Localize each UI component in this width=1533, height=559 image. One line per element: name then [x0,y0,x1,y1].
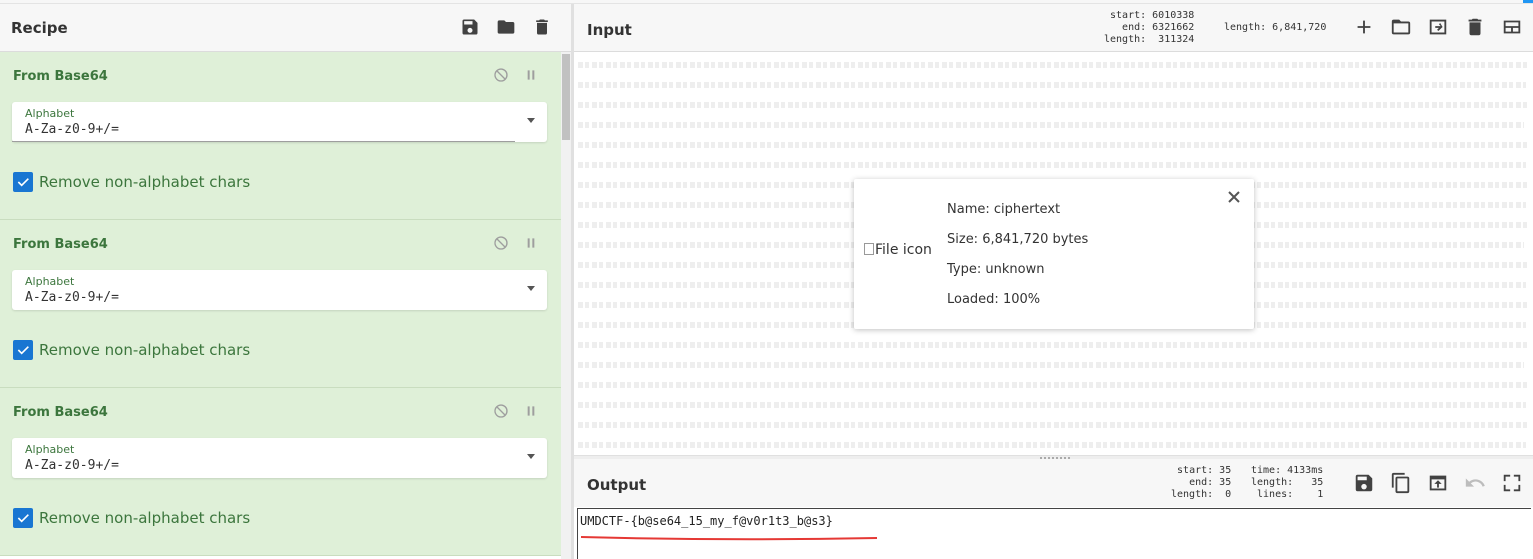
file-type: Type: unknown [947,262,1045,277]
check-icon [17,514,29,523]
input-panel: Input start: 6010338 end: 6321662 length… [574,4,1533,455]
output-panel: Output start: 35 end: 35 length: 0 time:… [574,459,1533,559]
operation-title: From Base64 [13,69,108,84]
recipe-header: Recipe [0,4,571,52]
layout-icon[interactable] [1501,16,1523,38]
pause-icon[interactable] [523,235,539,251]
recipe-title: Recipe [11,19,68,37]
folder-icon[interactable] [1390,16,1412,38]
output-title: Output [587,476,647,494]
copy-icon[interactable] [1390,472,1412,494]
checkbox-label: Remove non-alphabet chars [39,509,251,527]
recipe-scrollbar[interactable] [561,52,571,559]
alphabet-label: Alphabet [25,107,75,120]
alphabet-label: Alphabet [25,275,75,288]
chevron-down-icon[interactable] [527,286,535,291]
checkbox-label: Remove non-alphabet chars [39,341,251,359]
operation-from-base64: From Base64 Alphabet A-Za-z0-9+/= Remove… [0,388,561,556]
remove-non-alphabet-checkbox[interactable] [13,508,33,528]
alphabet-value: A-Za-z0-9+/= [25,122,119,137]
check-icon [17,178,29,187]
operation-from-base64: From Base64 Alphabet A-Za-z0-9+/= Remove… [0,52,561,220]
folder-icon [497,20,515,34]
checkbox-label: Remove non-alphabet chars [39,173,251,191]
input-length-info: length: 6,841,720 [1224,22,1327,33]
remove-non-alphabet-option[interactable]: Remove non-alphabet chars [13,172,250,192]
top-accent [1523,0,1533,3]
output-textarea[interactable]: UMDCTF-{b@se64_15_my_f@v0r1t3_b@s3} [577,508,1531,559]
alphabet-value: A-Za-z0-9+/= [25,458,119,473]
scrollbar-thumb[interactable] [562,54,570,140]
load-recipe-button[interactable] [495,16,517,38]
disable-icon[interactable] [493,235,509,251]
remove-non-alphabet-checkbox[interactable] [13,340,33,360]
save-recipe-button[interactable] [459,16,481,38]
disable-icon[interactable] [493,403,509,419]
file-details-card: File icon Name: ciphertext Size: 6,841,7… [854,179,1254,329]
file-size: Size: 6,841,720 bytes [947,232,1089,247]
close-icon [1228,191,1240,203]
output-header: Output start: 35 end: 35 length: 0 time:… [574,459,1533,507]
save-icon [462,19,478,35]
pause-icon[interactable] [523,403,539,419]
close-file-button[interactable] [1226,189,1242,205]
clear-recipe-button[interactable] [531,16,553,38]
import-icon[interactable] [1427,16,1449,38]
alphabet-select[interactable]: Alphabet A-Za-z0-9+/= [12,438,547,478]
trash-icon [536,19,548,35]
input-selection-info: start: 6010338 end: 6321662 length: 3113… [1104,10,1195,45]
remove-non-alphabet-option[interactable]: Remove non-alphabet chars [13,340,250,360]
open-in-input-icon[interactable] [1427,472,1449,494]
chevron-down-icon[interactable] [527,454,535,459]
pause-icon[interactable] [523,67,539,83]
plus-icon[interactable] [1353,16,1375,38]
save-icon[interactable] [1353,472,1375,494]
chevron-down-icon[interactable] [527,118,535,123]
file-loaded: Loaded: 100% [947,292,1041,307]
input-header: Input start: 6010338 end: 6321662 length… [574,4,1533,52]
remove-non-alphabet-checkbox[interactable] [13,172,33,192]
output-selection-info: start: 35 end: 35 length: 0 [1171,465,1232,500]
alphabet-select[interactable]: Alphabet A-Za-z0-9+/= [12,270,547,310]
alphabet-value: A-Za-z0-9+/= [25,290,119,305]
input-title: Input [587,21,632,39]
output-stats-info: time: 4133ms length: 35 lines: 1 [1251,465,1324,500]
remove-non-alphabet-option[interactable]: Remove non-alphabet chars [13,508,250,528]
operation-from-base64: From Base64 Alphabet A-Za-z0-9+/= Remove… [0,220,561,388]
undo-icon [1465,478,1485,487]
recipe-panel: Recipe From Base64 Alphabet A-Za-z0-9+/= [0,4,571,559]
output-value: UMDCTF-{b@se64_15_my_f@v0r1t3_b@s3} [580,514,833,528]
trash-icon[interactable] [1464,16,1486,38]
file-icon: File icon [864,242,932,258]
alphabet-select[interactable]: Alphabet A-Za-z0-9+/= [12,102,547,142]
red-underline-annotation [580,536,878,541]
check-icon [17,346,29,355]
operation-title: From Base64 [13,237,108,252]
alphabet-label: Alphabet [25,443,75,456]
maximize-icon[interactable] [1501,472,1523,494]
file-name: Name: ciphertext [947,202,1061,217]
disable-icon[interactable] [493,67,509,83]
recipe-operations: From Base64 Alphabet A-Za-z0-9+/= Remove… [0,52,561,559]
operation-title: From Base64 [13,405,108,420]
